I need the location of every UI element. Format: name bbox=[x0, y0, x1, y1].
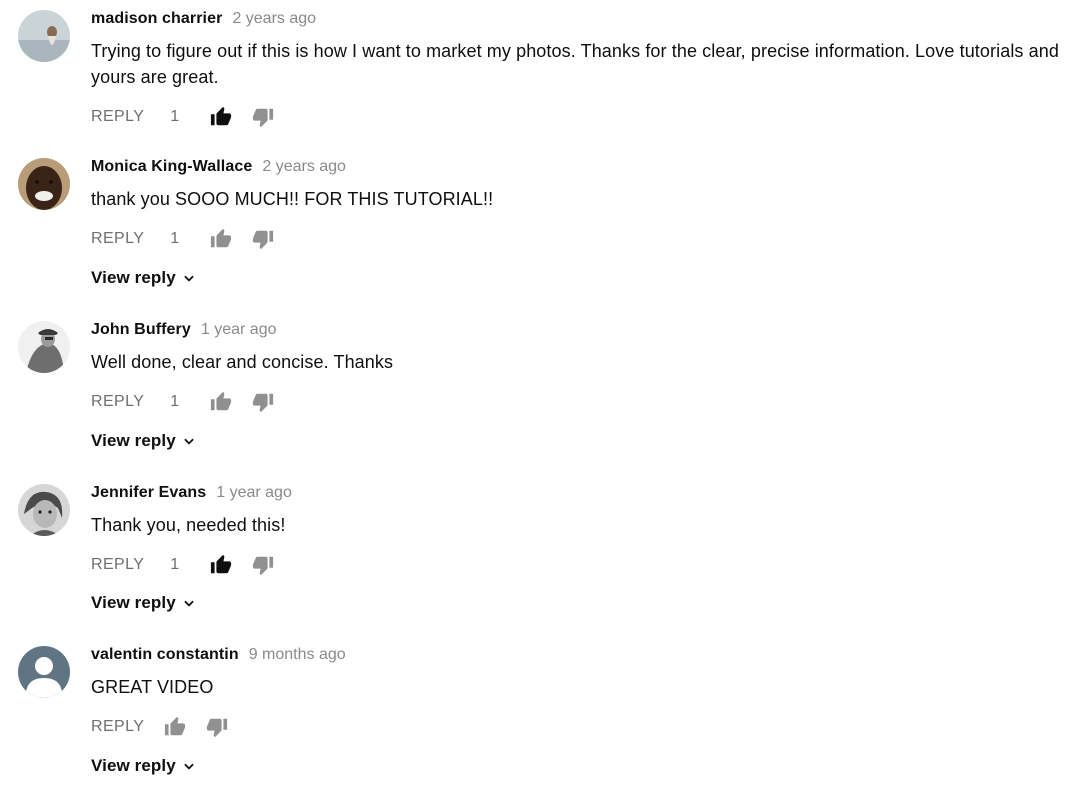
comment-actions: REPLY 1 bbox=[91, 390, 274, 414]
comment-time[interactable]: 9 months ago bbox=[249, 646, 346, 664]
comment-text: Well done, clear and concise. Thanks bbox=[91, 352, 394, 372]
like-count: 1 bbox=[170, 393, 180, 410]
reply-button[interactable]: REPLY bbox=[91, 393, 144, 411]
thumbs-up-icon[interactable] bbox=[210, 391, 232, 413]
comment-body: John Buffery 1 year ago Well done, clear… bbox=[91, 321, 1072, 375]
thumbs-down-icon[interactable] bbox=[206, 716, 228, 738]
comment-text: GREAT VIDEO bbox=[91, 677, 214, 697]
comment-actions: REPLY 1 bbox=[91, 105, 274, 129]
author-name[interactable]: madison charrier bbox=[91, 10, 222, 28]
avatar-photo bbox=[18, 484, 70, 536]
comment-body: valentin constantin 9 months ago GREAT V… bbox=[91, 646, 1072, 700]
view-reply-button[interactable]: View reply bbox=[91, 754, 196, 778]
view-reply-label: View reply bbox=[91, 756, 176, 775]
comment-body: madison charrier 2 years ago Trying to f… bbox=[91, 10, 1072, 90]
avatar-photo bbox=[18, 321, 70, 373]
avatar[interactable] bbox=[18, 484, 70, 536]
comment-text: thank you SOOO MUCH!! FOR THIS TUTORIAL!… bbox=[91, 189, 494, 209]
author-name[interactable]: Monica King-Wallace bbox=[91, 158, 252, 176]
comment-actions: REPLY bbox=[91, 715, 228, 739]
comment-body: Monica King-Wallace 2 years ago thank yo… bbox=[91, 158, 1072, 212]
chevron-down-icon bbox=[182, 596, 196, 610]
thumbs-down-icon[interactable] bbox=[252, 554, 274, 576]
chevron-down-icon bbox=[182, 759, 196, 773]
comment-header: valentin constantin 9 months ago bbox=[91, 646, 1072, 670]
comment-actions: REPLY 1 bbox=[91, 227, 274, 251]
like-count: 1 bbox=[170, 230, 180, 247]
comment-header: Monica King-Wallace 2 years ago bbox=[91, 158, 1072, 182]
reply-button[interactable]: REPLY bbox=[91, 108, 144, 126]
avatar[interactable] bbox=[18, 10, 70, 62]
comment-time[interactable]: 1 year ago bbox=[216, 484, 292, 502]
comment-header: madison charrier 2 years ago bbox=[91, 10, 1072, 34]
thumbs-up-icon[interactable] bbox=[210, 106, 232, 128]
avatar-photo bbox=[18, 10, 70, 62]
thumbs-up-icon[interactable] bbox=[210, 554, 232, 576]
like-count: 1 bbox=[170, 108, 180, 125]
view-reply-button[interactable]: View reply bbox=[91, 266, 196, 290]
thumbs-down-icon[interactable] bbox=[252, 106, 274, 128]
chevron-down-icon bbox=[182, 271, 196, 285]
thumbs-up-icon[interactable] bbox=[210, 228, 232, 250]
comment-header: Jennifer Evans 1 year ago bbox=[91, 484, 1072, 508]
avatar[interactable] bbox=[18, 158, 70, 210]
like-count: 1 bbox=[170, 556, 180, 573]
view-reply-label: View reply bbox=[91, 268, 176, 287]
comment-text: Thank you, needed this! bbox=[91, 515, 286, 535]
view-reply-label: View reply bbox=[91, 593, 176, 612]
thumbs-up-icon[interactable] bbox=[164, 716, 186, 738]
comment-time[interactable]: 2 years ago bbox=[232, 10, 316, 28]
avatar[interactable] bbox=[18, 646, 70, 698]
thumbs-down-icon[interactable] bbox=[252, 228, 274, 250]
comment-time[interactable]: 1 year ago bbox=[201, 321, 277, 339]
view-reply-button[interactable]: View reply bbox=[91, 429, 196, 453]
chevron-down-icon bbox=[182, 434, 196, 448]
view-reply-label: View reply bbox=[91, 431, 176, 450]
comment-time[interactable]: 2 years ago bbox=[262, 158, 346, 176]
avatar[interactable] bbox=[18, 321, 70, 373]
default-avatar-icon bbox=[18, 646, 70, 698]
author-name[interactable]: Jennifer Evans bbox=[91, 484, 206, 502]
view-reply-button[interactable]: View reply bbox=[91, 591, 196, 615]
reply-button[interactable]: REPLY bbox=[91, 718, 144, 736]
comment-actions: REPLY 1 bbox=[91, 553, 274, 577]
author-name[interactable]: John Buffery bbox=[91, 321, 191, 339]
avatar-photo bbox=[18, 158, 70, 210]
comment-body: Jennifer Evans 1 year ago Thank you, nee… bbox=[91, 484, 1072, 538]
reply-button[interactable]: REPLY bbox=[91, 556, 144, 574]
comment-header: John Buffery 1 year ago bbox=[91, 321, 1072, 345]
reply-button[interactable]: REPLY bbox=[91, 230, 144, 248]
comment-text: Trying to figure out if this is how I wa… bbox=[91, 41, 1059, 87]
thumbs-down-icon[interactable] bbox=[252, 391, 274, 413]
author-name[interactable]: valentin constantin bbox=[91, 646, 239, 664]
